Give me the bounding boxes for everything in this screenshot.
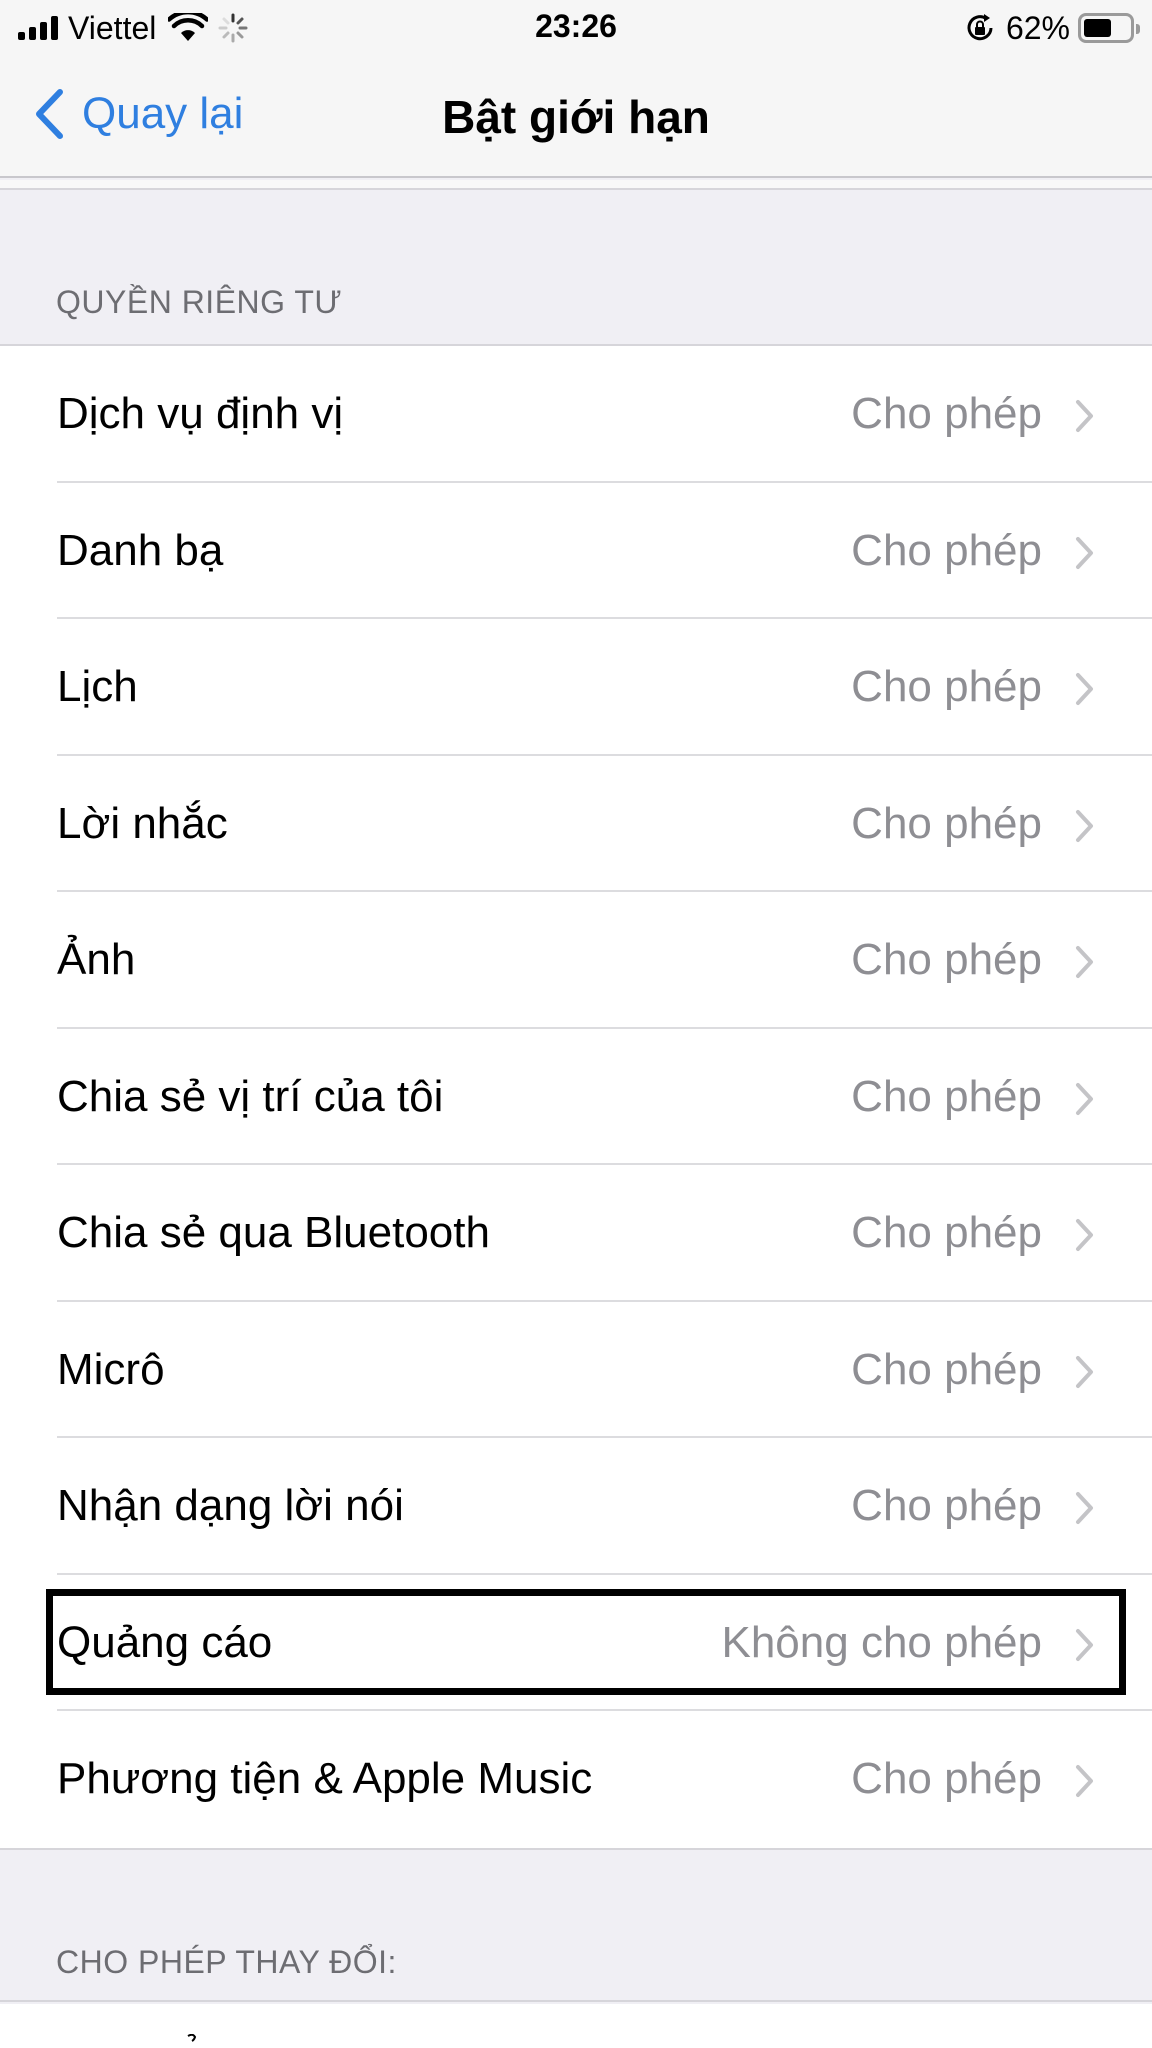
list-item-value: Cho phép xyxy=(851,1208,1042,1257)
list-item[interactable]: Lịch Cho phép xyxy=(0,619,1152,756)
section-header-privacy: QUYỀN RIÊNG TƯ xyxy=(0,192,1152,346)
privacy-settings-list: Dịch vụ định vị Cho phép Danh bạ Cho phép Lị… xyxy=(0,346,1152,1848)
chevron-right-icon xyxy=(1076,1219,1093,1251)
list-item-label: Ảnh xyxy=(57,935,136,984)
list-item-value: Cho phép xyxy=(851,525,1042,575)
chevron-right-icon xyxy=(1076,400,1093,432)
navigation-bar: Quay lại Bật giới hạn xyxy=(0,58,1152,176)
list-item-label: Phương tiện & Apple Music xyxy=(57,1754,593,1803)
chevron-right-icon xyxy=(1076,1492,1093,1524)
section-header-allow-changes: CHO PHÉP THAY ĐỔI: xyxy=(0,1848,1152,2002)
chevron-right-icon xyxy=(1076,673,1093,705)
list-item-label: Quảng cáo xyxy=(57,1617,273,1667)
list-item[interactable]: Danh bạ Cho phép xyxy=(0,482,1152,619)
list-item-label: Chia sẻ vị trí của tôi xyxy=(57,1071,444,1121)
section-header-label: QUYỀN RIÊNG TƯ xyxy=(56,284,343,320)
list-item-label: Micrô xyxy=(57,1344,165,1394)
chevron-right-icon xyxy=(1076,1082,1093,1115)
list-item[interactable]: Ảnh Cho phép xyxy=(0,892,1152,1029)
list-item[interactable]: Chia sẻ qua Bluetooth Cho phép xyxy=(0,1165,1152,1302)
rotation-lock-icon xyxy=(967,14,993,41)
list-item-label: Nhận dạng lời nói xyxy=(57,1481,404,1530)
list-item-label: Lời nhắc xyxy=(57,798,228,848)
list-item-label: Dịch vụ định vị xyxy=(57,389,344,438)
list-item-label: Lịch xyxy=(57,662,138,711)
list-item[interactable]: Micrô Cho phép xyxy=(0,1301,1152,1438)
list-item-label: Danh bạ xyxy=(57,525,224,575)
list-item[interactable]: Nhận dạng lời nói Cho phép xyxy=(0,1438,1152,1575)
list-item-value: Không cho phép xyxy=(721,1617,1042,1667)
top-bar: Viettel 23:26 62% Quay lại Bật giới hạn xyxy=(0,0,1152,178)
chevron-right-icon xyxy=(1076,1765,1093,1797)
list-item[interactable]: Dịch vụ định vị Cho phép xyxy=(0,346,1152,483)
allow-changes-list xyxy=(0,2004,1152,2048)
battery-percentage: 62% xyxy=(1005,9,1070,46)
list-item-value: Cho phép xyxy=(851,798,1042,848)
status-bar: Viettel 23:26 62% xyxy=(0,0,1152,58)
list-item-value: Cho phép xyxy=(851,1071,1042,1121)
list-item-value: Cho phép xyxy=(851,1481,1042,1530)
list-item[interactable]: Lời nhắc Cho phép xyxy=(0,755,1152,892)
list-item-value: Cho phép xyxy=(851,935,1042,984)
chevron-right-icon xyxy=(1076,1355,1093,1388)
list-item-value: Cho phép xyxy=(851,1754,1042,1803)
battery-level xyxy=(1084,19,1112,37)
chevron-right-icon xyxy=(1076,536,1093,569)
list-item-value: Cho phép xyxy=(851,1344,1042,1394)
list-item[interactable]: Chia sẻ vị trí của tôi Cho phép xyxy=(0,1028,1152,1165)
list-item[interactable]: Phương tiện & Apple Music Cho phép xyxy=(0,1711,1152,1848)
separator-band xyxy=(0,180,1152,190)
page-title: Bật giới hạn xyxy=(442,91,710,143)
chevron-right-icon xyxy=(1076,1628,1093,1661)
list-item-value: Cho phép xyxy=(851,389,1042,438)
chevron-right-icon xyxy=(1076,946,1093,978)
chevron-right-icon xyxy=(1076,809,1093,842)
section-header-label: CHO PHÉP THAY ĐỔI: xyxy=(56,1944,397,1980)
list-item-value: Cho phép xyxy=(851,662,1042,711)
list-item-label: Chia sẻ qua Bluetooth xyxy=(57,1208,490,1257)
battery-icon xyxy=(1078,13,1140,43)
partial-row-text xyxy=(187,2034,197,2042)
list-item[interactable]: Quảng cáo Không cho phép xyxy=(0,1574,1152,1711)
